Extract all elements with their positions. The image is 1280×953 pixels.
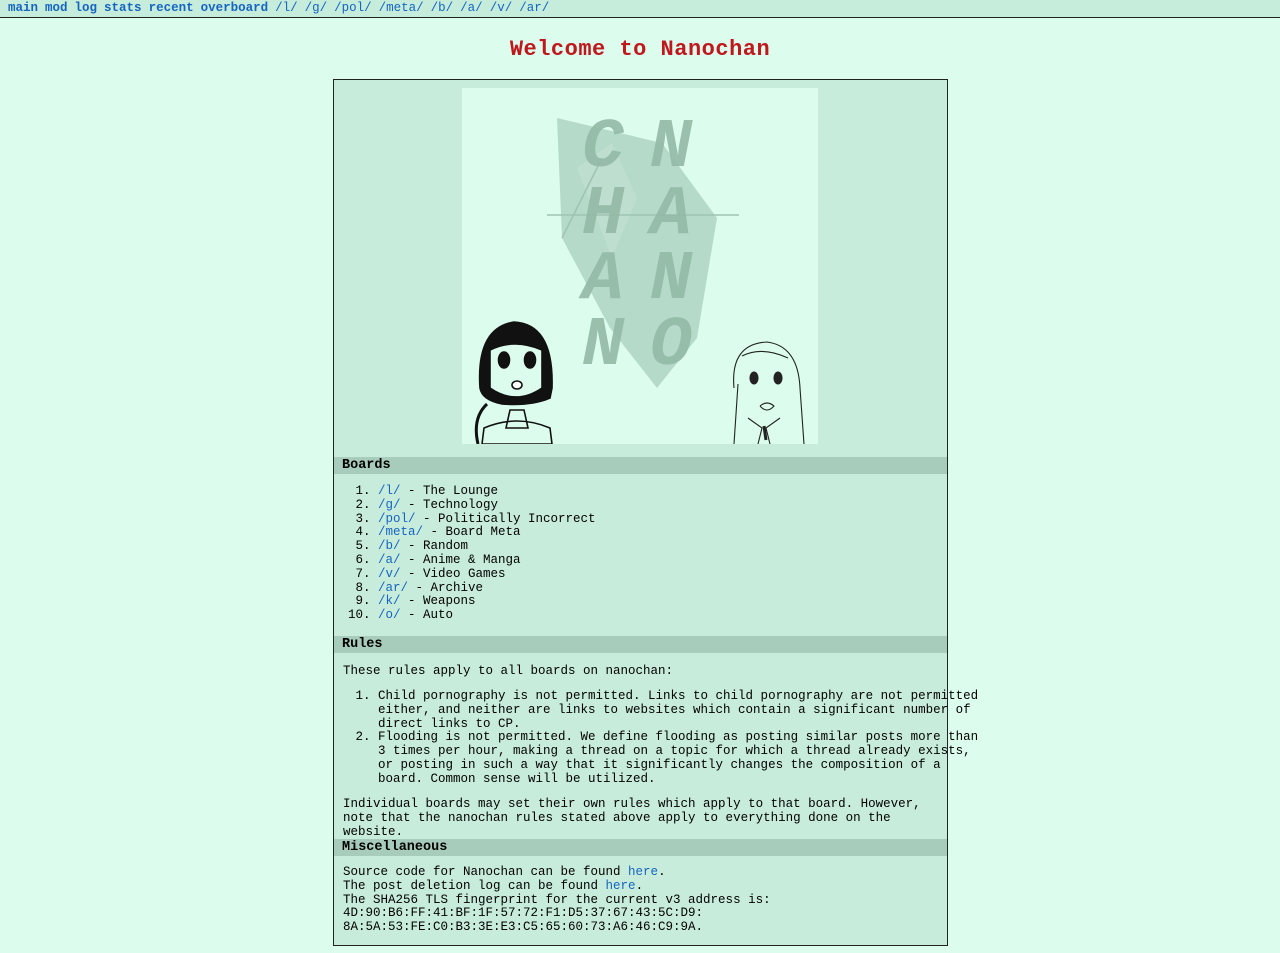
- list-item: /l/ - The Lounge: [378, 484, 596, 499]
- board-description: - Archive: [408, 580, 484, 595]
- boards-heading: Boards: [334, 457, 947, 474]
- board-link[interactable]: /a/: [378, 553, 401, 567]
- nav-mod-link[interactable]: mod: [45, 1, 68, 15]
- board-link[interactable]: /o/: [378, 608, 401, 622]
- list-item: /o/ - Auto: [378, 608, 596, 623]
- misc-heading: Miscellaneous: [334, 839, 947, 856]
- nav-board-a-link[interactable]: /a/: [460, 1, 483, 15]
- nav-board-g-link[interactable]: /g/: [305, 1, 328, 15]
- fingerprint-line-1: 4D:90:B6:FF:41:BF:1F:57:72:F1:D5:37:67:4…: [343, 906, 704, 921]
- page-title: Welcome to Nanochan: [509, 37, 771, 62]
- deletion-log-link[interactable]: here: [606, 879, 636, 893]
- main-panel: C N H A A N N O Boards 1. /l/ - The Loun…: [333, 79, 978, 946]
- source-prefix: Source code for Nanochan can be found: [343, 865, 629, 879]
- left-character-drawing: [474, 321, 553, 444]
- banner-illustration: C N H A A N N O: [474, 109, 805, 444]
- list-item: /a/ - Anime & Manga: [378, 552, 596, 568]
- top-nav: main mod log stats recent overboard/l/ /g/ /pol…: [0, 0, 1280, 18]
- board-description: - Politically Incorrect: [415, 511, 596, 526]
- board-description: - Board Meta: [423, 525, 521, 540]
- board-link[interactable]: /k/: [378, 594, 401, 608]
- nav-board-pol-link[interactable]: /pol/: [334, 1, 372, 15]
- list-item: /meta/ - Board Meta: [378, 525, 596, 540]
- board-description: - Weapons: [400, 594, 476, 609]
- rules-list: Child pornography is not permitted. Link…: [334, 689, 982, 787]
- nav-board-ar-link[interactable]: /ar/: [519, 1, 549, 15]
- rules-intro: These rules apply to all boards on nanoc…: [343, 664, 674, 678]
- banner-image: C N H A A N N O: [462, 88, 818, 444]
- board-description: - Auto: [400, 608, 454, 623]
- board-description: - Video Games: [400, 566, 506, 581]
- source-code-line: Source code for Nanochan can be found he…: [343, 865, 771, 880]
- source-code-link[interactable]: here: [628, 865, 658, 879]
- fingerprint-line-2: 8A:5A:53:FE:C0:B3:3E:E3:C5:65:60:73:A6:4…: [343, 920, 704, 935]
- list-item: /ar/ - Archive: [378, 580, 596, 596]
- list-item: /g/ - Technology: [378, 497, 596, 513]
- deletion-log-line: The post deletion log can be found here.: [343, 878, 771, 894]
- nav-recent-link[interactable]: recent: [149, 1, 194, 15]
- rules-heading: Rules: [334, 636, 947, 653]
- board-link[interactable]: /pol/: [378, 512, 416, 526]
- log-prefix: The post deletion log can be found: [343, 878, 606, 893]
- nav-stats-link[interactable]: stats: [104, 1, 142, 15]
- rules-outro: Individual boards may set their own rule…: [343, 797, 921, 839]
- board-description: - The Lounge: [400, 484, 499, 498]
- boards-list: /l/ - The Lounge /g/ - Technology /pol/ …: [334, 484, 596, 623]
- rule-item: Child pornography is not permitted. Link…: [378, 689, 982, 731]
- list-item: /b/ - Random: [378, 539, 596, 554]
- nav-board-v-link[interactable]: /v/: [490, 1, 513, 15]
- rule-item: Flooding is not permitted. We define flo…: [378, 730, 982, 786]
- board-link[interactable]: /meta/: [378, 525, 423, 539]
- board-description: - Anime & Manga: [400, 552, 521, 567]
- source-suffix: .: [658, 865, 666, 879]
- nav-overboard-link[interactable]: overboard: [201, 1, 269, 15]
- banner-letter: N: [582, 307, 625, 386]
- banner-letter: O: [650, 307, 692, 386]
- list-item: /k/ - Weapons: [378, 594, 596, 609]
- log-suffix: .: [635, 878, 644, 893]
- nav-log-link[interactable]: log: [75, 1, 98, 15]
- board-link[interactable]: /ar/: [378, 581, 408, 595]
- board-description: - Technology: [400, 497, 499, 512]
- list-item: /pol/ - Politically Incorrect: [378, 511, 596, 527]
- board-link[interactable]: /l/: [378, 484, 401, 498]
- right-character-drawing: [733, 341, 805, 444]
- nav-board-b-link[interactable]: /b/: [431, 1, 454, 15]
- board-description: - Random: [400, 539, 469, 554]
- board-link[interactable]: /v/: [378, 567, 401, 581]
- board-link[interactable]: /g/: [378, 498, 401, 512]
- misc-content: Source code for Nanochan can be found he…: [343, 865, 771, 935]
- board-link[interactable]: /b/: [378, 539, 401, 553]
- nav-main-link[interactable]: main: [8, 1, 38, 15]
- list-item: /v/ - Video Games: [378, 566, 596, 582]
- fingerprint-label: The SHA256 TLS fingerprint for the curre…: [343, 892, 771, 907]
- nav-board-l-link[interactable]: /l/: [275, 1, 298, 15]
- nav-board-meta-link[interactable]: /meta/: [379, 1, 424, 15]
